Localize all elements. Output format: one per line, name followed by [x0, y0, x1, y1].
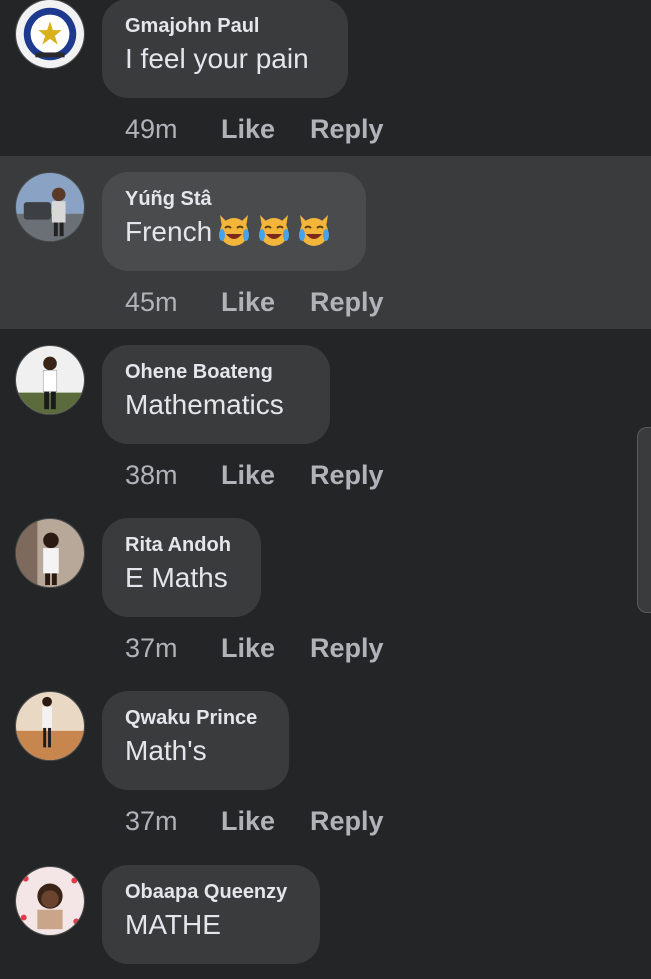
- person-avatar: [16, 867, 84, 935]
- like-button[interactable]: Like: [221, 460, 275, 491]
- reply-button[interactable]: Reply: [310, 806, 384, 837]
- comment-author[interactable]: Qwaku Prince: [125, 705, 266, 731]
- crying-laughing-cat-emoji: [256, 213, 292, 258]
- comment-author[interactable]: Obaapa Queenzy: [125, 879, 297, 905]
- avatar[interactable]: [15, 691, 85, 761]
- comment-bubble: Yúñg Stâ French: [102, 172, 366, 271]
- crying-laughing-cat-emoji: [296, 213, 332, 258]
- person-avatar: [16, 173, 84, 241]
- comment-bubble: Rita Andoh E Maths: [102, 518, 261, 617]
- comment-text: I feel your pain: [125, 43, 309, 74]
- comment-bubble: Obaapa Queenzy MATHE: [102, 865, 320, 964]
- crying-laughing-cat-emoji: [216, 213, 252, 258]
- like-button[interactable]: Like: [221, 287, 275, 318]
- comment-timestamp: 37m: [125, 632, 178, 663]
- reply-button[interactable]: Reply: [310, 633, 384, 664]
- comment-actions: 45m Like Reply: [125, 285, 419, 319]
- comment-bubble: Ohene Boateng Mathematics: [102, 345, 330, 444]
- comment-bubble: Qwaku Prince Math's: [102, 691, 289, 790]
- like-button[interactable]: Like: [221, 806, 275, 837]
- person-avatar: [16, 346, 84, 414]
- avatar[interactable]: [15, 345, 85, 415]
- comment-item: Gmajohn Paul I feel your pain 49m Like R…: [0, 0, 651, 156]
- comment-author[interactable]: Rita Andoh: [125, 532, 238, 558]
- comment-timestamp: 38m: [125, 459, 178, 490]
- comments-thread: Gmajohn Paul I feel your pain 49m Like R…: [0, 0, 651, 979]
- comment-timestamp: 37m: [125, 805, 178, 836]
- comment-text: MATHE: [125, 909, 221, 940]
- comment-actions: 37m Like Reply: [125, 804, 419, 838]
- avatar[interactable]: [15, 0, 85, 69]
- comment-text: French: [125, 212, 343, 258]
- comment-author[interactable]: Yúñg Stâ: [125, 186, 343, 212]
- comment-timestamp: 45m: [125, 286, 178, 317]
- reply-button[interactable]: Reply: [310, 287, 384, 318]
- comment-text: E Maths: [125, 562, 228, 593]
- comment-item: Yúñg Stâ French 45m Like Reply: [0, 156, 651, 329]
- avatar[interactable]: [15, 866, 85, 936]
- comment-actions: 49m Like Reply: [125, 112, 419, 146]
- reply-button[interactable]: Reply: [310, 114, 384, 145]
- scrollbar-handle[interactable]: [637, 427, 651, 613]
- like-button[interactable]: Like: [221, 633, 275, 664]
- comment-bubble: Gmajohn Paul I feel your pain: [102, 0, 348, 98]
- comment-text: Mathematics: [125, 389, 284, 420]
- comment-item: Rita Andoh E Maths 37m Like Reply: [0, 502, 651, 675]
- avatar[interactable]: [15, 518, 85, 588]
- comment-text-content: French: [125, 216, 213, 247]
- comment-item: Qwaku Prince Math's 37m Like Reply: [0, 675, 651, 848]
- reply-button[interactable]: Reply: [310, 460, 384, 491]
- comment-text: Math's: [125, 735, 207, 766]
- comment-item: Ohene Boateng Mathematics 38m Like Reply: [0, 329, 651, 502]
- comment-author[interactable]: Ohene Boateng: [125, 359, 307, 385]
- comment-timestamp: 49m: [125, 113, 178, 144]
- comment-author[interactable]: Gmajohn Paul: [125, 13, 325, 39]
- person-avatar: [16, 519, 84, 587]
- police-badge-avatar: [16, 0, 84, 68]
- comment-actions: 38m Like Reply: [125, 458, 419, 492]
- comment-item: Obaapa Queenzy MATHE: [0, 848, 651, 979]
- comment-actions: 37m Like Reply: [125, 631, 419, 665]
- like-button[interactable]: Like: [221, 114, 275, 145]
- avatar[interactable]: [15, 172, 85, 242]
- person-avatar: [16, 692, 84, 760]
